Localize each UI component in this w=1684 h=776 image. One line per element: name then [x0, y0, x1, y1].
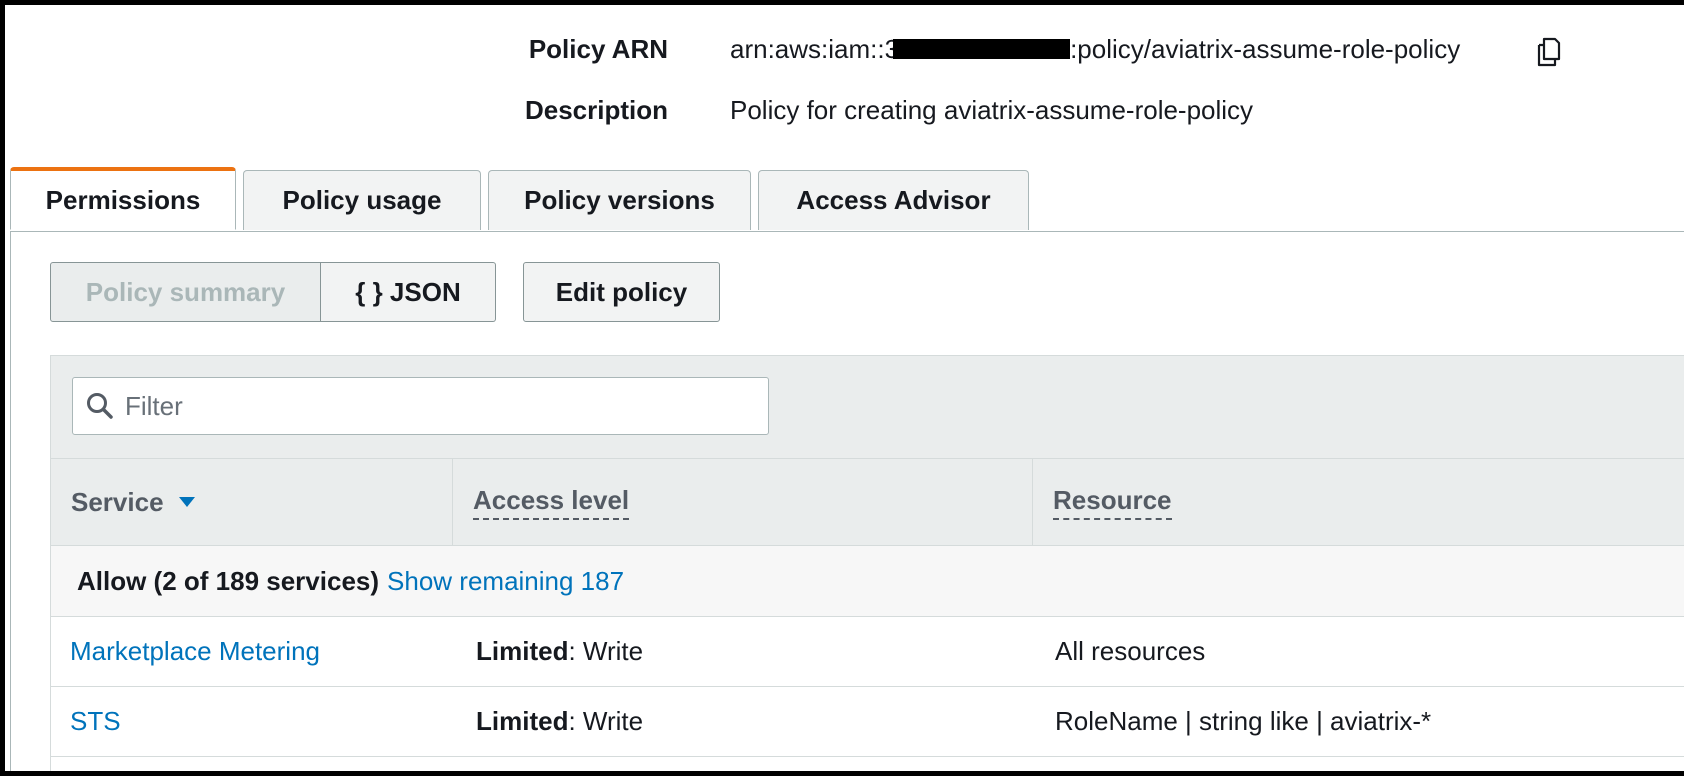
- policy-arn-value: arn:aws:iam::3 :policy/aviatrix-assume-ro…: [730, 34, 1460, 65]
- access-level-rest: : Write: [568, 706, 644, 736]
- allow-group-row: Allow (2 of 189 services) Show remaining…: [51, 546, 1684, 617]
- access-level-rest: : Write: [568, 636, 644, 666]
- service-link[interactable]: STS: [70, 706, 121, 737]
- permissions-table: Service Access level Resource Allow (2 o…: [50, 355, 1684, 771]
- json-toggle[interactable]: { } JSON: [321, 262, 496, 322]
- service-link[interactable]: Marketplace Metering: [70, 636, 320, 667]
- table-row: Marketplace Metering Limited: Write All …: [51, 617, 1684, 687]
- caret-down-icon[interactable]: [178, 496, 196, 508]
- description-value: Policy for creating aviatrix-assume-role…: [730, 95, 1254, 125]
- policy-detail-panel: Policy ARN arn:aws:iam::3 :policy/aviatri…: [5, 5, 1684, 771]
- resource-cell: All resources: [1055, 636, 1206, 666]
- column-header-access-level[interactable]: Access level: [452, 459, 1032, 545]
- policy-arn-prefix: arn:aws:iam::3: [730, 34, 900, 64]
- description-label: Description: [524, 95, 668, 125]
- tab-content-border: [10, 231, 11, 771]
- redaction-bar: [893, 39, 1071, 59]
- table-header: Service Access level Resource: [51, 459, 1684, 546]
- tab-policy-usage[interactable]: Policy usage: [243, 170, 481, 230]
- access-level-cell: Limited: Write: [476, 687, 643, 756]
- tab-policy-versions[interactable]: Policy versions: [488, 170, 751, 230]
- allow-group-label: Allow (2 of 189 services): [77, 565, 380, 596]
- access-level-strong: Limited: [476, 706, 569, 736]
- edit-policy-button[interactable]: Edit policy: [523, 262, 720, 322]
- access-level-strong: Limited: [476, 636, 569, 666]
- table-row: STS Limited: Write RoleName | string lik…: [51, 687, 1684, 757]
- copy-icon[interactable]: [1535, 35, 1569, 69]
- filter-bar: [51, 356, 1684, 459]
- filter-input[interactable]: [123, 389, 727, 423]
- resource-cell: RoleName | string like | aviatrix-*: [1055, 706, 1432, 736]
- tab-divider: [10, 231, 1684, 232]
- policy-summary-toggle[interactable]: Policy summary: [50, 262, 321, 322]
- tab-permissions[interactable]: Permissions: [10, 167, 236, 230]
- column-header-resource[interactable]: Resource: [1032, 459, 1684, 545]
- tab-access-advisor[interactable]: Access Advisor: [758, 170, 1029, 230]
- show-remaining-link[interactable]: Show remaining 187: [387, 566, 624, 597]
- column-header-service-label: Service: [71, 486, 164, 517]
- search-icon: [87, 393, 113, 419]
- column-header-service[interactable]: Service: [51, 459, 452, 545]
- access-level-cell: Limited: Write: [476, 617, 643, 686]
- column-header-access-level-label: Access level: [473, 485, 630, 520]
- policy-arn-suffix: :policy/aviatrix-assume-role-policy: [1070, 34, 1461, 64]
- policy-arn-label: Policy ARN: [528, 34, 668, 64]
- column-header-resource-label: Resource: [1053, 485, 1172, 520]
- filter-field[interactable]: [72, 377, 769, 435]
